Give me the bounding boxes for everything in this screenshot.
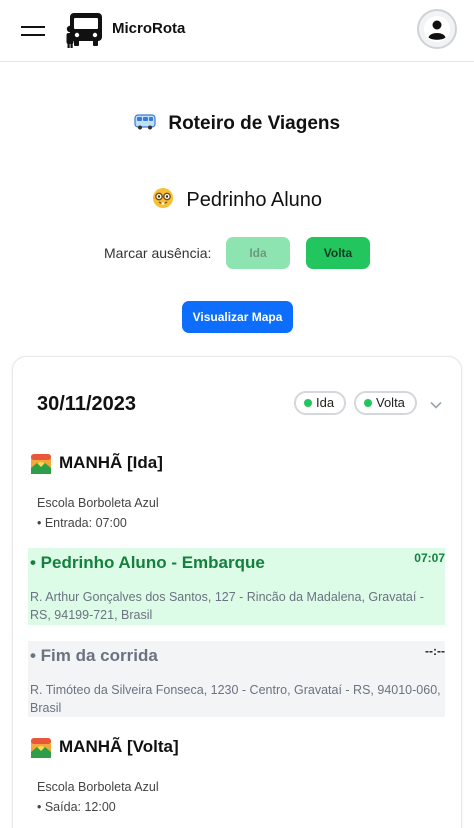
nerd-face-emoji-icon	[152, 187, 174, 214]
student-row: Pedrinho Aluno	[0, 187, 474, 214]
stop-end-of-ride[interactable]: • Fim da corrida --:-- R. Timóteo da Sil…	[28, 641, 445, 717]
status-badge-ida: Ida	[294, 391, 347, 415]
page-title: Roteiro de Viagens	[168, 113, 341, 134]
status-badge-ida-label: Ida	[316, 395, 335, 410]
stop-boarding[interactable]: • Pedrinho Aluno - Embarque 07:07 R. Art…	[28, 548, 445, 625]
section-title: MANHÃ [Volta]	[59, 737, 179, 756]
mark-absence-volta-button[interactable]: Volta	[306, 237, 370, 269]
user-avatar-icon[interactable]	[417, 9, 457, 49]
bus-logo-icon[interactable]	[66, 12, 104, 48]
stop-address: R. Timóteo da Silveira Fonseca, 1230 - C…	[30, 683, 441, 715]
status-badge-volta: Volta	[354, 391, 417, 415]
stop-time: 07:07	[414, 551, 445, 565]
status-dot-icon	[304, 399, 312, 407]
stop-time: --:--	[425, 644, 445, 658]
entry-time: • Entrada: 07:00	[37, 516, 127, 530]
brand-name[interactable]: MicroRota	[112, 20, 185, 37]
absence-label: Marcar ausência:	[104, 245, 212, 261]
view-map-button[interactable]: Visualizar Mapa	[182, 301, 293, 333]
status-badge-volta-label: Volta	[376, 395, 405, 410]
hamburger-menu-icon[interactable]	[21, 20, 45, 40]
trip-date: 30/11/2023	[37, 393, 136, 415]
bus-emoji-icon	[134, 113, 156, 135]
chevron-down-icon[interactable]	[429, 397, 443, 415]
school-name: Escola Borboleta Azul	[37, 780, 159, 794]
school-name: Escola Borboleta Azul	[37, 496, 159, 510]
sunrise-emoji-icon	[31, 738, 51, 763]
sunrise-emoji-icon	[31, 454, 51, 479]
student-name: Pedrinho Aluno	[186, 189, 323, 211]
status-dot-icon	[364, 399, 372, 407]
stop-title: • Pedrinho Aluno - Embarque	[30, 553, 265, 572]
top-navbar: MicroRota	[0, 0, 474, 62]
mark-absence-ida-button[interactable]: Ida	[226, 237, 290, 269]
section-title: MANHÃ [Ida]	[59, 453, 163, 472]
exit-time: • Saída: 12:00	[37, 800, 116, 814]
stop-address: R. Arthur Gonçalves dos Santos, 127 - Ri…	[30, 590, 424, 622]
page-title-row: Roteiro de Viagens	[0, 113, 474, 135]
stop-title: • Fim da corrida	[30, 646, 158, 665]
